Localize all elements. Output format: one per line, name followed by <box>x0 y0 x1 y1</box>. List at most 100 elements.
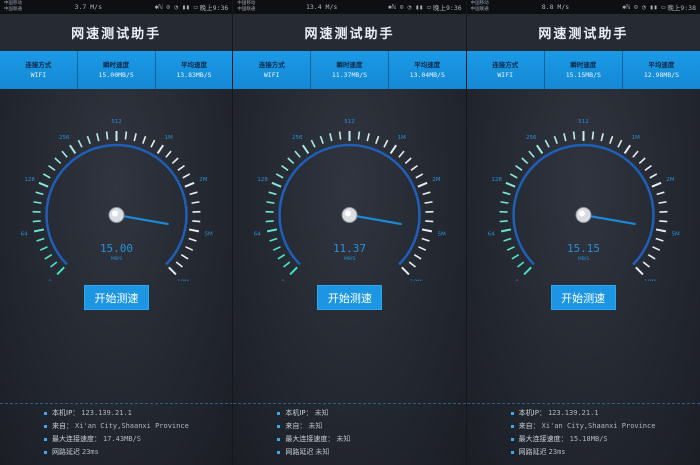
gauge-tick <box>500 228 511 233</box>
gauge-tick <box>33 201 42 204</box>
gauge-tick <box>171 157 179 164</box>
gauge-tick <box>514 164 523 171</box>
detail-value: 17.43MB/S <box>103 435 141 443</box>
gauge-tick <box>175 261 183 268</box>
info-bar: 连接方式 WIFI 瞬时速度 15.00MB/S 平均速度 13.83MB/S <box>0 51 233 89</box>
detail-label: 来自： <box>518 422 540 430</box>
gauge-tick <box>516 261 524 268</box>
gauge-tick <box>600 133 604 142</box>
info-connection: 连接方式 WIFI <box>0 51 78 89</box>
gauge-tick-label: 512 <box>111 119 122 125</box>
gauge-tick-label: 128 <box>258 177 269 183</box>
gauge-tick <box>623 144 631 155</box>
info-label: 连接方式 <box>492 61 519 69</box>
app-title: 网速测试助手 <box>466 14 700 51</box>
gauge-tick <box>502 191 511 196</box>
gauge-tick <box>410 164 419 171</box>
gauge-tick-label: 256 <box>292 135 303 141</box>
gauge-tick <box>357 131 361 140</box>
detail-value: Xi'an City,Shaanxi Province <box>541 422 656 430</box>
gauge-unit: MB/S <box>577 256 588 262</box>
gauge-reading: 15.00 <box>100 242 133 255</box>
gauge-tick <box>329 133 333 142</box>
gauge-unit: MB/S <box>111 256 122 262</box>
gauge-tick <box>269 237 278 242</box>
detail-max-speed: 最大连接速度： 17.43MB/S <box>44 433 189 446</box>
info-bar: 连接方式 WIFI 瞬时速度 11.37MB/S 平均速度 13.04MB/S <box>233 51 466 89</box>
bullet-icon <box>277 451 281 454</box>
gauge-tick <box>277 254 286 260</box>
divider <box>233 403 466 404</box>
clock: 晚上9:38 <box>667 4 696 12</box>
gauge-tick <box>509 173 518 179</box>
gauge-tick <box>634 266 644 276</box>
detail-label: 来自： <box>285 422 307 430</box>
gauge-tick <box>520 157 528 164</box>
gauge-tick <box>267 228 278 233</box>
clock: 晚上9:36 <box>433 4 462 12</box>
gauge-tick <box>414 254 422 260</box>
info-average-speed: 平均速度 13.04MB/S <box>389 51 466 89</box>
network-speed: 13.4 M/s <box>305 3 338 11</box>
gauge-tick <box>535 144 543 155</box>
carrier-info: 中国移动 中国联通 <box>471 1 489 13</box>
gauge-tick-label: 5M <box>205 231 213 237</box>
detail-label: 来自： <box>52 422 73 430</box>
gauge-tick <box>417 181 428 188</box>
gauge-tick <box>185 246 194 251</box>
gauge-tick <box>591 131 594 140</box>
info-value: WIFI <box>30 71 47 79</box>
bullet-icon <box>510 438 514 441</box>
start-test-button[interactable]: 开始测速 <box>550 285 616 310</box>
start-test-button[interactable]: 开始测速 <box>317 285 383 310</box>
gauge-hub-shine <box>345 210 352 217</box>
status-bar: 中国移动 中国联通 3.7 M/s ✱ℕ ⊙ ◔ ▮▮ ▭ 晚上9:36 <box>0 0 233 14</box>
gauge-tick <box>390 144 398 155</box>
detail-max-speed: 最大连接速度： 15.18MB/S <box>510 433 656 446</box>
gauge-tick <box>48 164 56 171</box>
bullet-icon <box>44 412 47 415</box>
gauge-tick <box>553 135 558 144</box>
bullet-icon <box>277 438 281 441</box>
gauge-tick <box>276 173 284 179</box>
gauge-tick-label: 10M <box>177 279 189 281</box>
bullet-icon <box>44 451 47 454</box>
gauge-tick <box>655 228 666 233</box>
info-instant-speed: 瞬时速度 11.37MB/S <box>311 51 389 89</box>
gauge-tick <box>375 135 380 144</box>
detail-value: 未知 <box>336 435 351 443</box>
gauge-tick <box>658 220 667 223</box>
gauge-tick <box>271 181 282 188</box>
detail-value: 23ms <box>82 448 99 456</box>
gauge-tick <box>273 246 282 251</box>
detail-label: 本机IP： <box>518 409 546 417</box>
speedometer: 0 64 128 256 512 1M 2M 5M 10M 15.00MB/S <box>21 119 213 285</box>
gauge-tick-label: 5M <box>671 231 679 237</box>
detail-ip: 本机IP： 123.139.21.1 <box>510 407 656 420</box>
gauge-tick-label: 10M <box>644 279 656 281</box>
gauge-tick-label: 128 <box>24 177 35 183</box>
gauge-tick <box>320 135 325 144</box>
gauge-tick <box>287 157 295 164</box>
gauge-tick-label: 512 <box>345 119 356 125</box>
carrier-2: 中国联通 <box>237 7 256 12</box>
gauge-tick <box>294 150 302 158</box>
gauge-tick <box>339 131 342 140</box>
detail-ip: 本机IP： 未知 <box>277 407 350 420</box>
gauge-tick <box>56 266 65 276</box>
gauge-tick <box>39 246 48 251</box>
gauge-tick <box>142 135 147 144</box>
info-label: 瞬时速度 <box>336 61 363 69</box>
gauge-hub-shine <box>112 210 118 217</box>
status-icons: ✱ℕ ⊙ ◔ ▮▮ ▭ <box>154 3 198 11</box>
detail-label: 本机IP： <box>285 409 313 417</box>
gauge-tick <box>191 201 200 204</box>
gauge-tick-label: 64 <box>487 231 494 237</box>
status-bar: 中国移动 中国联通 8.8 M/s ✱ℕ ⊙ ◔ ▮▮ ▭ 晚上9:38 <box>466 0 700 14</box>
speed-gauge: 0 64 128 256 512 1M 2M 5M 10M 11.37MB/S <box>233 101 465 285</box>
details-list: 本机IP： 123.139.21.1 来自： Xi'an City,Shaanx… <box>44 407 189 459</box>
gauge-tick-label: 0 <box>515 279 519 281</box>
gauge-tick <box>647 254 656 260</box>
start-test-button[interactable]: 开始测速 <box>84 285 149 310</box>
info-average-speed: 平均速度 12.98MB/S <box>623 51 700 89</box>
